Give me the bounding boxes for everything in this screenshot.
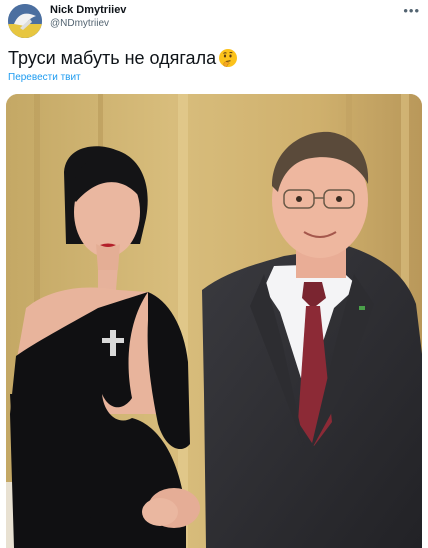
tweet-author: Nick Dmytriiev @NDmytriiev	[50, 4, 126, 30]
author-handle[interactable]: @NDmytriiev	[50, 17, 126, 30]
tweet-text: Труси мабуть не одягала	[8, 46, 238, 70]
thinking-face-icon	[218, 48, 238, 68]
author-display-name[interactable]: Nick Dmytriiev	[50, 4, 126, 17]
translate-tweet-link[interactable]: Перевести твит	[8, 72, 81, 84]
more-horizontal-icon: •••	[403, 3, 420, 18]
avatar[interactable]	[8, 4, 42, 38]
photo-image	[6, 94, 422, 548]
tweet-text-content: Труси мабуть не одягала	[8, 48, 217, 68]
avatar-image	[8, 4, 42, 38]
tweet-photo[interactable]	[6, 94, 422, 548]
more-options-button[interactable]: •••	[403, 4, 420, 18]
